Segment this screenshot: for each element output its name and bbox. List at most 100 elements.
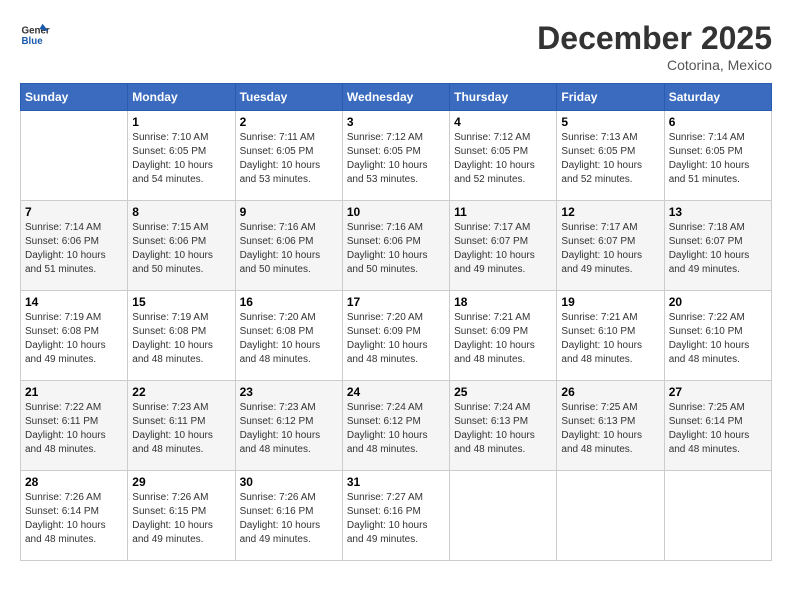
calendar-day-cell: 3Sunrise: 7:12 AMSunset: 6:05 PMDaylight… [342, 111, 449, 201]
day-info: Sunrise: 7:23 AMSunset: 6:11 PMDaylight:… [132, 401, 230, 457]
calendar-day-cell: 10Sunrise: 7:16 AMSunset: 6:06 PMDayligh… [342, 201, 449, 291]
calendar-day-cell: 1 Sunrise: 7:10 AMSunset: 6:05 PMDaylight… [128, 111, 235, 201]
weekday-header-saturday: Saturday [664, 84, 771, 111]
calendar-day-cell: 21 Sunrise: 7:22 AMSunset: 6:11 PMDayligh… [21, 381, 128, 471]
weekday-header-tuesday: Tuesday [235, 84, 342, 111]
page-header: General Blue December 2025 Cotorina, Mex… [20, 20, 772, 73]
day-info: Sunrise: 7:20 AMSunset: 6:09 PMDaylight:… [347, 311, 445, 367]
day-info: Sunrise: 7:16 AMSunset: 6:06 PMDaylight:… [240, 221, 338, 277]
day-info: Sunrise: 7:19 AMSunset: 6:08 PMDaylight:… [132, 311, 230, 367]
day-info: Sunrise: 7:12 AMSunset: 6:05 PMDaylight:… [454, 131, 552, 187]
day-number: 3 [347, 115, 445, 129]
day-number: 23 [240, 385, 338, 399]
calendar-day-cell: 11 Sunrise: 7:17 AMSunset: 6:07 PMDayligh… [450, 201, 557, 291]
calendar-day-cell: 4Sunrise: 7:12 AMSunset: 6:05 PMDaylight… [450, 111, 557, 201]
calendar-week-row: 28 Sunrise: 7:26 AMSunset: 6:14 PMDayligh… [21, 471, 772, 561]
weekday-header-wednesday: Wednesday [342, 84, 449, 111]
calendar-day-cell: 27 Sunrise: 7:25 AMSunset: 6:14 PMDayligh… [664, 381, 771, 471]
calendar-day-cell: 24 Sunrise: 7:24 AMSunset: 6:12 PMDayligh… [342, 381, 449, 471]
day-number: 24 [347, 385, 445, 399]
day-number: 16 [240, 295, 338, 309]
day-info: Sunrise: 7:22 AMSunset: 6:11 PMDaylight:… [25, 401, 123, 457]
day-info: Sunrise: 7:21 AMSunset: 6:10 PMDaylight:… [561, 311, 659, 367]
day-number: 15 [132, 295, 230, 309]
calendar-day-cell: 8 Sunrise: 7:15 AMSunset: 6:06 PMDaylight… [128, 201, 235, 291]
calendar-week-row: 1 Sunrise: 7:10 AMSunset: 6:05 PMDaylight… [21, 111, 772, 201]
weekday-header-thursday: Thursday [450, 84, 557, 111]
svg-text:General: General [22, 26, 51, 37]
weekday-header-monday: Monday [128, 84, 235, 111]
day-info: Sunrise: 7:15 AMSunset: 6:06 PMDaylight:… [132, 221, 230, 277]
calendar-day-cell: 26Sunrise: 7:25 AMSunset: 6:13 PMDayligh… [557, 381, 664, 471]
day-number: 7 [25, 205, 123, 219]
calendar-day-cell: 6Sunrise: 7:14 AMSunset: 6:05 PMDaylight… [664, 111, 771, 201]
calendar-week-row: 14 Sunrise: 7:19 AMSunset: 6:08 PMDayligh… [21, 291, 772, 381]
day-info: Sunrise: 7:11 AMSunset: 6:05 PMDaylight:… [240, 131, 338, 187]
day-info: Sunrise: 7:25 AMSunset: 6:13 PMDaylight:… [561, 401, 659, 457]
weekday-header-friday: Friday [557, 84, 664, 111]
day-number: 8 [132, 205, 230, 219]
day-info: Sunrise: 7:21 AMSunset: 6:09 PMDaylight:… [454, 311, 552, 367]
day-info: Sunrise: 7:26 AMSunset: 6:16 PMDaylight:… [240, 491, 338, 547]
day-number: 13 [669, 205, 767, 219]
calendar-day-cell: 30Sunrise: 7:26 AMSunset: 6:16 PMDayligh… [235, 471, 342, 561]
day-number: 20 [669, 295, 767, 309]
day-info: Sunrise: 7:13 AMSunset: 6:05 PMDaylight:… [561, 131, 659, 187]
day-number: 1 [132, 115, 230, 129]
empty-cell [21, 111, 128, 201]
calendar-day-cell: 15 Sunrise: 7:19 AMSunset: 6:08 PMDayligh… [128, 291, 235, 381]
day-info: Sunrise: 7:25 AMSunset: 6:14 PMDaylight:… [669, 401, 767, 457]
calendar-day-cell: 23 Sunrise: 7:23 AMSunset: 6:12 PMDayligh… [235, 381, 342, 471]
day-info: Sunrise: 7:17 AMSunset: 6:07 PMDaylight:… [454, 221, 552, 277]
calendar-table: SundayMondayTuesdayWednesdayThursdayFrid… [20, 83, 772, 561]
svg-text:Blue: Blue [22, 36, 44, 47]
day-info: Sunrise: 7:23 AMSunset: 6:12 PMDaylight:… [240, 401, 338, 457]
day-info: Sunrise: 7:24 AMSunset: 6:12 PMDaylight:… [347, 401, 445, 457]
calendar-day-cell: 22 Sunrise: 7:23 AMSunset: 6:11 PMDayligh… [128, 381, 235, 471]
day-number: 21 [25, 385, 123, 399]
day-info: Sunrise: 7:20 AMSunset: 6:08 PMDaylight:… [240, 311, 338, 367]
title-block: December 2025 Cotorina, Mexico [537, 20, 772, 73]
calendar-day-cell: 12 Sunrise: 7:17 AMSunset: 6:07 PMDayligh… [557, 201, 664, 291]
day-number: 25 [454, 385, 552, 399]
day-number: 31 [347, 475, 445, 489]
calendar-day-cell: 31Sunrise: 7:27 AMSunset: 6:16 PMDayligh… [342, 471, 449, 561]
calendar-day-cell: 28 Sunrise: 7:26 AMSunset: 6:14 PMDayligh… [21, 471, 128, 561]
day-number: 9 [240, 205, 338, 219]
empty-cell [557, 471, 664, 561]
calendar-day-cell: 16 Sunrise: 7:20 AMSunset: 6:08 PMDayligh… [235, 291, 342, 381]
calendar-day-cell: 18Sunrise: 7:21 AMSunset: 6:09 PMDayligh… [450, 291, 557, 381]
month-title: December 2025 [537, 20, 772, 57]
day-number: 22 [132, 385, 230, 399]
day-info: Sunrise: 7:17 AMSunset: 6:07 PMDaylight:… [561, 221, 659, 277]
day-number: 28 [25, 475, 123, 489]
location: Cotorina, Mexico [537, 57, 772, 73]
day-number: 12 [561, 205, 659, 219]
calendar-day-cell: 14 Sunrise: 7:19 AMSunset: 6:08 PMDayligh… [21, 291, 128, 381]
calendar-day-cell: 9 Sunrise: 7:16 AMSunset: 6:06 PMDaylight… [235, 201, 342, 291]
calendar-day-cell: 13 Sunrise: 7:18 AMSunset: 6:07 PMDayligh… [664, 201, 771, 291]
day-number: 5 [561, 115, 659, 129]
day-number: 27 [669, 385, 767, 399]
day-info: Sunrise: 7:19 AMSunset: 6:08 PMDaylight:… [25, 311, 123, 367]
calendar-week-row: 21 Sunrise: 7:22 AMSunset: 6:11 PMDayligh… [21, 381, 772, 471]
day-info: Sunrise: 7:14 AMSunset: 6:05 PMDaylight:… [669, 131, 767, 187]
calendar-day-cell: 2Sunrise: 7:11 AMSunset: 6:05 PMDaylight… [235, 111, 342, 201]
day-info: Sunrise: 7:26 AMSunset: 6:14 PMDaylight:… [25, 491, 123, 547]
day-info: Sunrise: 7:10 AMSunset: 6:05 PMDaylight:… [132, 131, 230, 187]
calendar-day-cell: 25 Sunrise: 7:24 AMSunset: 6:13 PMDayligh… [450, 381, 557, 471]
day-number: 14 [25, 295, 123, 309]
empty-cell [664, 471, 771, 561]
calendar-day-cell: 7Sunrise: 7:14 AMSunset: 6:06 PMDaylight… [21, 201, 128, 291]
calendar-day-cell: 19Sunrise: 7:21 AMSunset: 6:10 PMDayligh… [557, 291, 664, 381]
calendar-day-cell: 17Sunrise: 7:20 AMSunset: 6:09 PMDayligh… [342, 291, 449, 381]
calendar-day-cell: 20Sunrise: 7:22 AMSunset: 6:10 PMDayligh… [664, 291, 771, 381]
day-info: Sunrise: 7:18 AMSunset: 6:07 PMDaylight:… [669, 221, 767, 277]
day-number: 11 [454, 205, 552, 219]
day-info: Sunrise: 7:26 AMSunset: 6:15 PMDaylight:… [132, 491, 230, 547]
empty-cell [450, 471, 557, 561]
day-number: 29 [132, 475, 230, 489]
logo-icon: General Blue [20, 20, 50, 50]
calendar-day-cell: 5 Sunrise: 7:13 AMSunset: 6:05 PMDaylight… [557, 111, 664, 201]
day-info: Sunrise: 7:24 AMSunset: 6:13 PMDaylight:… [454, 401, 552, 457]
